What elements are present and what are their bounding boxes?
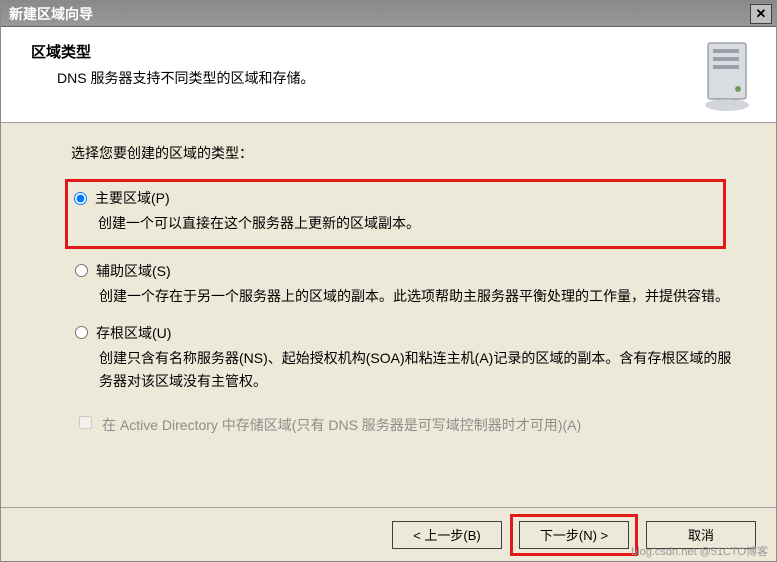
wizard-body: 选择您要创建的区域的类型： 主要区域(P) 创建一个可以直接在这个服务器上更新的…	[1, 123, 776, 438]
header-title: 区域类型	[31, 41, 756, 62]
wizard-header: 区域类型 DNS 服务器支持不同类型的区域和存储。	[1, 27, 776, 123]
next-button[interactable]: 下一步(N) >	[519, 521, 629, 549]
secondary-desc: 创建一个存在于另一个服务器上的区域的副本。此选项帮助主服务器平衡处理的工作量，并…	[99, 285, 736, 309]
option-primary: 主要区域(P) 创建一个可以直接在这个服务器上更新的区域副本。	[74, 188, 715, 236]
radio-stub[interactable]	[75, 326, 88, 339]
option-stub: 存根区域(U) 创建只含有名称服务器(NS)、起始授权机构(SOA)和粘连主机(…	[75, 323, 736, 395]
window-title: 新建区域向导	[5, 4, 750, 24]
stub-desc: 创建只含有名称服务器(NS)、起始授权机构(SOA)和粘连主机(A)记录的区域的…	[99, 347, 736, 395]
wizard-window: 新建区域向导 ✕ 区域类型 DNS 服务器支持不同类型的区域和存储。 选择您要创…	[0, 0, 777, 562]
zone-type-group: 主要区域(P) 创建一个可以直接在这个服务器上更新的区域副本。 辅助区域(S) …	[75, 179, 736, 438]
radio-secondary[interactable]	[75, 264, 88, 277]
watermark: blog.csdn.net @51CTO博客	[631, 543, 768, 559]
highlight-next: 下一步(N) >	[510, 514, 638, 556]
radio-primary[interactable]	[74, 192, 87, 205]
close-button[interactable]: ✕	[750, 4, 772, 24]
primary-desc: 创建一个可以直接在这个服务器上更新的区域副本。	[98, 212, 715, 236]
back-button[interactable]: < 上一步(B)	[392, 521, 502, 549]
radio-stub-label[interactable]: 存根区域(U)	[96, 323, 171, 343]
ad-storage-row: 在 Active Directory 中存储区域(只有 DNS 服务器是可写域控…	[79, 414, 736, 438]
option-secondary: 辅助区域(S) 创建一个存在于另一个服务器上的区域的副本。此选项帮助主服务器平衡…	[75, 261, 736, 309]
header-subtitle: DNS 服务器支持不同类型的区域和存储。	[57, 68, 756, 88]
radio-primary-label[interactable]: 主要区域(P)	[95, 188, 170, 208]
server-icon	[696, 37, 756, 117]
checkbox-ad-storage	[79, 416, 92, 429]
checkbox-ad-label: 在 Active Directory 中存储区域(只有 DNS 服务器是可写域控…	[102, 414, 581, 438]
titlebar: 新建区域向导 ✕	[1, 1, 776, 27]
prompt-text: 选择您要创建的区域的类型：	[71, 143, 736, 163]
close-icon: ✕	[756, 6, 767, 22]
highlight-primary: 主要区域(P) 创建一个可以直接在这个服务器上更新的区域副本。	[65, 179, 726, 249]
radio-secondary-label[interactable]: 辅助区域(S)	[96, 261, 171, 281]
